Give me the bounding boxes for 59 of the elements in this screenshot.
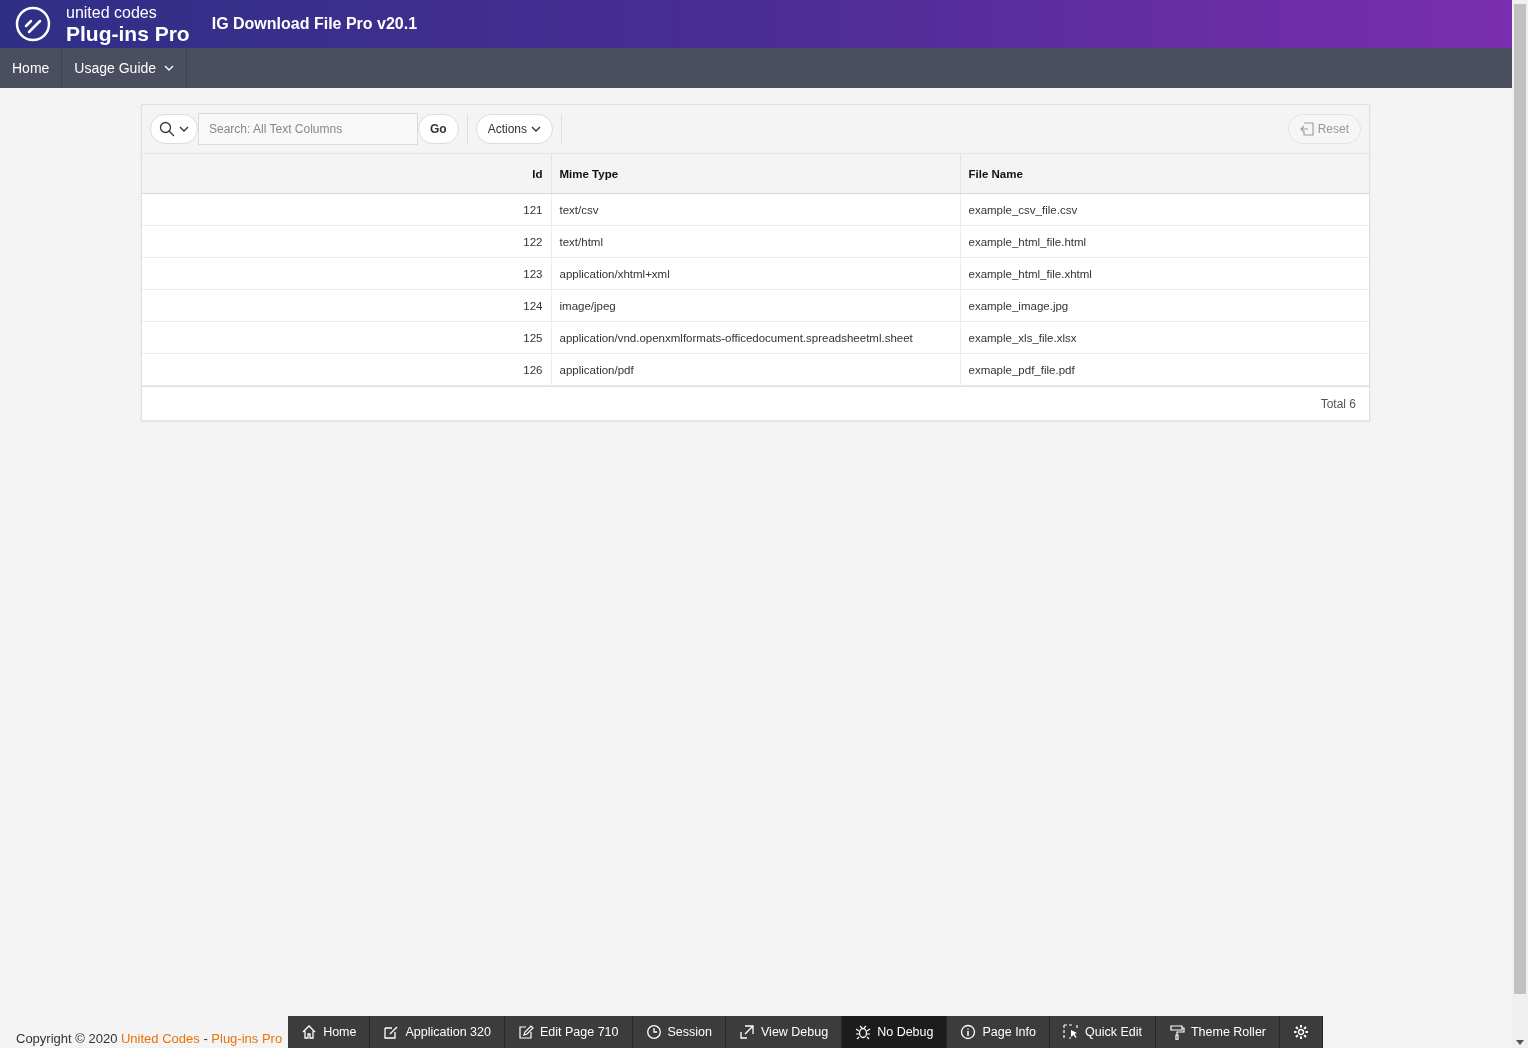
search-menu-button[interactable] [150, 114, 198, 144]
toolbar-button[interactable]: Quick Edit [1050, 1016, 1156, 1048]
table-cell: 121 [142, 193, 551, 226]
table-cell: application/pdf [551, 353, 960, 386]
logo-icon[interactable] [14, 5, 52, 43]
settings-icon [1293, 1024, 1309, 1040]
toolbar-button[interactable]: Home [288, 1016, 371, 1048]
nav-item[interactable]: Usage Guide [62, 48, 188, 88]
go-button[interactable]: Go [418, 114, 459, 144]
toolbar-button[interactable]: Theme Roller [1155, 1016, 1280, 1048]
scroll-down-icon[interactable] [1516, 1040, 1524, 1045]
edit-icon [383, 1024, 400, 1040]
nav-item[interactable]: Home [0, 48, 63, 88]
table-cell: example_image.jpg [960, 289, 1369, 322]
table-cell: application/xhtml+xml [551, 257, 960, 290]
total-count: Total 6 [1320, 396, 1356, 411]
window-arrow-icon [739, 1024, 755, 1040]
table-cell: text/csv [551, 193, 960, 226]
toolbar-button[interactable]: Edit Page 710 [504, 1016, 633, 1048]
search-icon [159, 121, 175, 137]
pencil-icon [517, 1024, 534, 1040]
actions-button[interactable]: Actions [475, 114, 554, 144]
table-cell: 126 [142, 353, 551, 386]
table-cell: example_csv_file.csv [960, 193, 1369, 226]
bug-icon [855, 1024, 872, 1040]
table-cell: example_html_file.html [960, 225, 1369, 258]
table-cell: exmaple_pdf_file.pdf [960, 353, 1369, 386]
brand-name: Plug-ins Pro [66, 22, 190, 44]
table-cell: application/vnd.openxmlformats-officedocument.spreadsheetml.sheet [551, 321, 960, 354]
toolbar-button[interactable]: No Debug [842, 1016, 948, 1048]
search-field[interactable]: Search: All Text Columns [198, 113, 418, 145]
table-cell: 122 [142, 225, 551, 258]
scrollbar[interactable] [1512, 0, 1528, 1048]
table-cell: 124 [142, 289, 551, 322]
app-title: IG Download File Pro v20.1 [211, 15, 418, 33]
toolbar-button[interactable]: Session [632, 1016, 726, 1048]
table-cell: text/html [551, 225, 960, 258]
chevron-down-icon [179, 125, 189, 133]
chevron-down-icon [164, 64, 175, 72]
table-cell: image/jpeg [551, 289, 960, 322]
info-icon [960, 1024, 977, 1040]
toolbar-button[interactable]: Application 320 [370, 1016, 505, 1048]
table-cell: 125 [142, 321, 551, 354]
copyright-text: Copyright © 2020 United Codes - Plug-ins Pro [15, 1031, 284, 1048]
paint-roller-icon [1168, 1024, 1185, 1040]
table-cell: example_xls_file.xlsx [960, 321, 1369, 354]
reset-icon [1299, 122, 1314, 136]
home-icon [301, 1024, 318, 1040]
clock-icon [645, 1024, 662, 1040]
chevron-down-icon [531, 125, 542, 133]
table-cell: example_html_file.xhtml [960, 257, 1369, 290]
column-header[interactable]: File Name [960, 154, 1369, 194]
column-header[interactable]: Id [142, 154, 551, 194]
scrollbar-thumb[interactable] [1514, 4, 1526, 994]
brand-name: united codes [66, 4, 158, 21]
toolbar-button[interactable]: Page Info [947, 1016, 1050, 1048]
table-cell: 123 [142, 257, 551, 290]
select-cursor-icon [1063, 1024, 1079, 1040]
column-header[interactable]: Mime Type [551, 154, 960, 194]
